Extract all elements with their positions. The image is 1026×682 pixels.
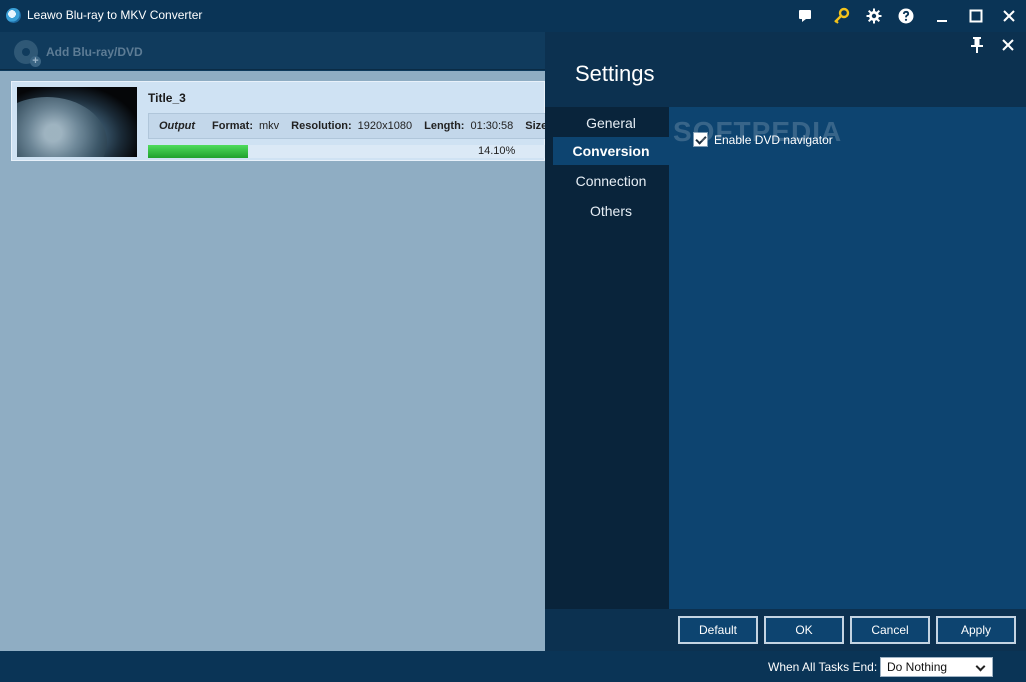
progress-bar: 14.10% [148, 145, 546, 158]
task-item[interactable]: Title_3 Output Format: mkv Resolution: 1… [11, 81, 546, 161]
settings-nav-connection[interactable]: Connection [553, 167, 669, 195]
when-tasks-end-select[interactable]: Do Nothing [880, 657, 993, 677]
length-value: 01:30:58 [470, 120, 514, 132]
apply-button[interactable]: Apply [936, 616, 1016, 644]
settings-nav-others[interactable]: Others [553, 197, 669, 225]
cancel-button[interactable]: Cancel [850, 616, 930, 644]
task-title: Title_3 [148, 91, 186, 105]
settings-panel: Settings General Conversion Connection O… [545, 32, 1026, 651]
settings-nav-conversion[interactable]: Conversion [553, 137, 669, 165]
status-bar: When All Tasks End: Do Nothing [0, 651, 1026, 682]
window-title: Leawo Blu-ray to MKV Converter [27, 8, 203, 22]
resolution-label: Resolution: [291, 120, 352, 132]
resolution-value: 1920x1080 [357, 120, 413, 132]
help-icon[interactable] [896, 6, 916, 26]
app-icon [6, 8, 21, 23]
add-bluray-dvd-button[interactable]: + Add Blu-ray/DVD [14, 40, 143, 67]
ok-button[interactable]: OK [764, 616, 844, 644]
minimize-icon[interactable] [932, 6, 952, 26]
when-tasks-end-label: When All Tasks End: [768, 660, 878, 674]
chat-icon[interactable] [795, 6, 815, 26]
close-icon[interactable] [999, 6, 1019, 26]
size-label: Size: [525, 120, 546, 132]
video-thumbnail [17, 87, 137, 157]
chevron-down-icon [975, 661, 986, 672]
when-tasks-end-value: Do Nothing [887, 660, 948, 674]
title-bar: Leawo Blu-ray to MKV Converter [0, 0, 1026, 32]
settings-footer: Default OK Cancel Apply [545, 609, 1026, 651]
settings-nav: General Conversion Connection Others [545, 107, 669, 609]
add-bluray-dvd-label: Add Blu-ray/DVD [46, 45, 143, 59]
progress-fill [148, 145, 248, 158]
close-settings-icon[interactable] [1000, 37, 1016, 53]
length-label: Length: [424, 120, 465, 132]
output-label: Output [159, 120, 196, 132]
key-icon[interactable] [831, 6, 851, 26]
maximize-icon[interactable] [966, 6, 986, 26]
pin-icon[interactable] [969, 36, 985, 54]
progress-text: 14.10% [478, 145, 516, 157]
format-label: Format: [212, 120, 253, 132]
settings-header: Settings [545, 32, 1026, 107]
settings-content: Enable DVD navigator [669, 107, 1026, 609]
gear-icon[interactable] [864, 6, 884, 26]
toolbar: + Add Blu-ray/DVD [0, 32, 545, 70]
task-output-info: Output Format: mkv Resolution: 1920x1080… [148, 113, 546, 139]
task-list: Title_3 Output Format: mkv Resolution: 1… [0, 71, 546, 651]
default-button[interactable]: Default [678, 616, 758, 644]
format-value: mkv [259, 120, 280, 132]
settings-nav-general[interactable]: General [553, 109, 669, 137]
softpedia-watermark: SOFTPEDIA [673, 116, 843, 147]
add-disc-icon: + [14, 40, 41, 67]
settings-title: Settings [575, 61, 655, 86]
